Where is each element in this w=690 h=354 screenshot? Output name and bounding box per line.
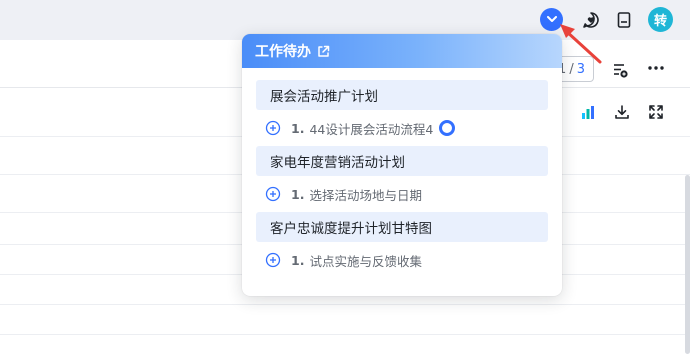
task-index: 1. [291, 252, 305, 268]
chart-button[interactable] [576, 100, 600, 124]
avatar[interactable]: 转 [648, 7, 673, 32]
todo-task[interactable]: 1. 选择活动场地与日期 [256, 176, 548, 212]
external-link-icon[interactable] [317, 45, 330, 58]
annotation-arrow [560, 24, 602, 64]
todo-group: 展会活动推广计划 1. 44设计展会活动流程4 [256, 80, 548, 146]
progress-ring-icon [439, 120, 456, 136]
chevron-down-icon [546, 16, 557, 22]
todo-group: 家电年度营销活动计划 1. 选择活动场地与日期 [256, 146, 548, 212]
add-filter-button[interactable] [608, 58, 632, 82]
add-circle-icon[interactable] [265, 186, 281, 202]
table-row-divider [0, 304, 690, 305]
download-button[interactable] [610, 100, 634, 124]
task-index: 1. [291, 120, 305, 136]
book-icon [617, 12, 631, 28]
todo-popup: 工作待办 展会活动推广计划 1. 44设计展会活动流程4 家电年度营销活动计划 … [242, 34, 562, 296]
fullscreen-icon [649, 105, 663, 119]
todo-group-title[interactable]: 客户忠诚度提升计划甘特图 [256, 212, 548, 242]
bar-chart-icon [582, 106, 594, 119]
more-icon [648, 66, 664, 70]
vertical-scrollbar[interactable] [685, 175, 690, 354]
download-icon [615, 105, 629, 119]
docs-button[interactable] [612, 8, 636, 32]
todo-popup-header[interactable]: 工作待办 [242, 34, 562, 68]
todo-task[interactable]: 1. 44设计展会活动流程4 [256, 110, 548, 146]
todo-popup-title: 工作待办 [255, 44, 311, 60]
todo-task[interactable]: 1. 试点实施与反馈收集 [256, 242, 548, 278]
todo-group-title[interactable]: 家电年度营销活动计划 [256, 146, 548, 176]
fullscreen-button[interactable] [644, 100, 668, 124]
task-text: 44设计展会活动流程4 [309, 121, 434, 137]
task-index: 1. [291, 186, 305, 202]
task-text: 试点实施与反馈收集 [309, 253, 422, 269]
todo-group-title[interactable]: 展会活动推广计划 [256, 80, 548, 110]
task-text: 选择活动场地与日期 [309, 187, 422, 203]
add-circle-icon[interactable] [265, 120, 281, 136]
todo-group: 客户忠诚度提升计划甘特图 1. 试点实施与反馈收集 [256, 212, 548, 278]
table-row-divider [0, 334, 690, 335]
filter-list-add-icon [614, 64, 628, 78]
more-button[interactable] [644, 56, 668, 80]
add-circle-icon[interactable] [265, 252, 281, 268]
